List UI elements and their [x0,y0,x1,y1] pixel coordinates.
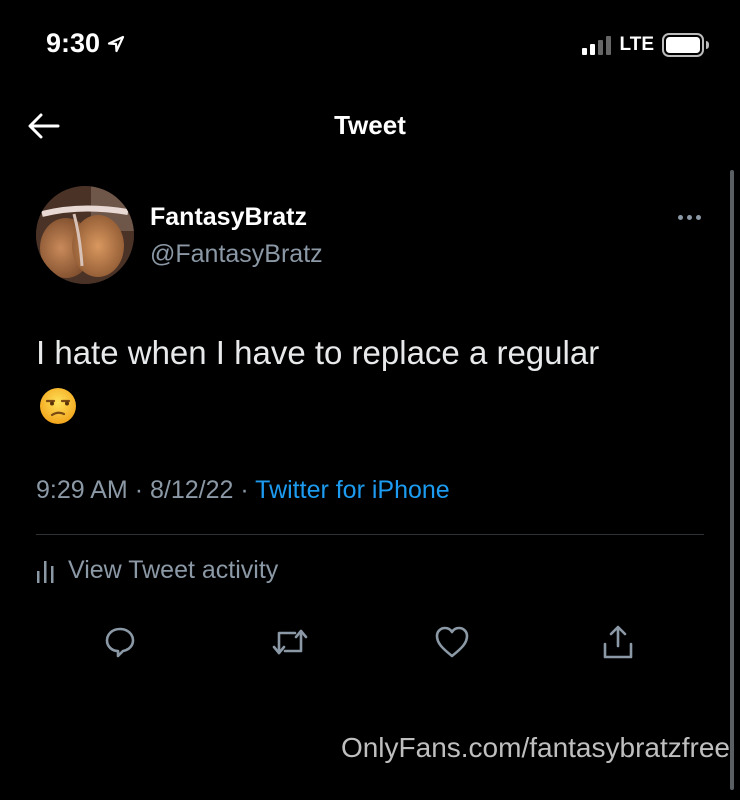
analytics-icon [37,560,54,583]
meta-separator: · [240,476,249,504]
tweet-text: I hate when I have to replace a regular [36,334,600,371]
more-dot-icon [677,214,683,220]
like-button[interactable] [430,620,474,664]
status-time-group: 9:30 [46,28,126,59]
tweet-source-link[interactable]: Twitter for iPhone [255,476,450,504]
divider [36,534,704,535]
location-arrow-icon [107,35,125,52]
signal-icon [581,36,611,55]
status-bar: 9:30 LTE [0,0,740,90]
more-options-button[interactable] [672,207,706,227]
more-dot-icon [686,214,692,220]
scrollbar[interactable] [730,170,734,790]
battery-icon [662,33,709,57]
share-icon [603,625,633,659]
network-label: LTE [619,34,654,55]
watermark: OnlyFans.com/fantasybratzfree [340,732,730,763]
tweet-time: 9:29 AM [36,476,128,504]
tweet-date: 8/12/22 [149,476,234,504]
status-time: 9:30 [46,28,101,58]
avatar[interactable] [36,186,134,284]
share-button[interactable] [596,620,640,664]
tweet-meta: 9:29 AM · 8/12/22 · Twitter for iPhone [36,476,450,505]
retweet-icon [272,629,308,655]
unamused-face-icon [40,388,76,424]
author-handle[interactable]: @FantasyBratz [150,240,323,269]
status-indicators: LTE [581,33,710,57]
meta-separator: · [134,476,144,504]
author-name[interactable]: FantasyBratz [150,203,307,232]
reply-button[interactable] [98,620,142,664]
retweet-button[interactable] [268,620,312,664]
view-tweet-activity-button[interactable]: View Tweet activity [36,556,278,585]
like-icon [435,626,469,658]
reply-icon [105,627,135,658]
more-dot-icon [695,214,701,220]
avatar-image [36,186,134,284]
activity-label: View Tweet activity [68,556,279,584]
header: Tweet [0,90,740,162]
tweet-action-bar [0,620,740,664]
page-title: Tweet [334,110,406,140]
